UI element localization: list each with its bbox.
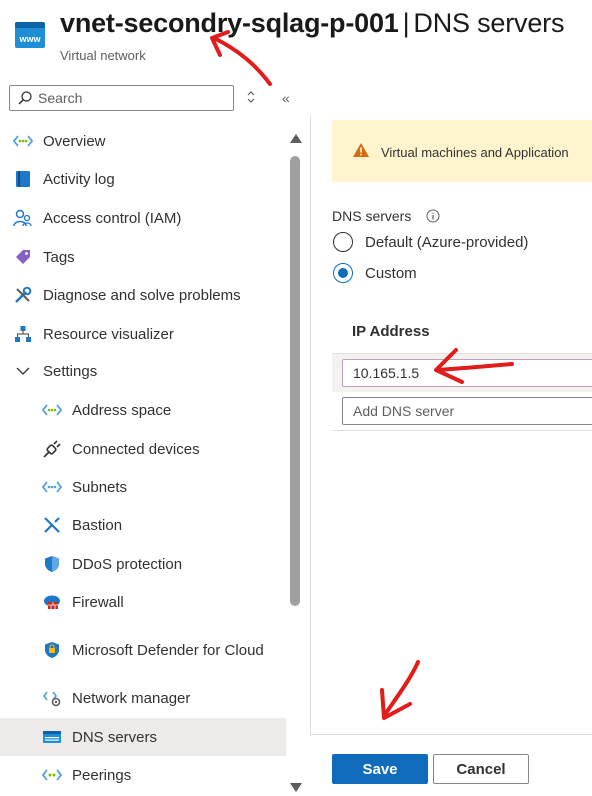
sidebar-item-label: Connected devices [72,440,200,458]
vnet-icon [13,131,33,151]
page-header: www vnet-secondry-sqlag-p-001 | DNS server… [0,0,592,78]
dns-server-ip-input[interactable] [342,359,592,387]
sidebar-item-bastion[interactable]: Bastion [0,506,286,544]
sidebar-item-label: Firewall [72,593,124,611]
virtual-network-logo-icon: www [15,22,45,48]
sidebar-item-subnets[interactable]: Subnets [0,468,286,506]
sidebar-item-label: Activity log [43,170,115,188]
sidebar-item-resource-visualizer[interactable]: Resource visualizer [0,315,286,353]
bastion-icon [42,515,62,535]
ip-address-header-label: IP Address [352,323,430,340]
resource-type: Virtual network [60,48,146,63]
activity-log-icon [13,169,33,189]
sidebar-item-defender[interactable]: Microsoft Defender for Cloud [0,621,286,679]
sidebar-item-network-manager[interactable]: Network manager [0,679,286,717]
dns-icon [42,727,62,747]
search-icon [18,91,32,105]
dns-servers-label: DNS servers [332,208,412,224]
shield-icon [42,554,62,574]
diagnose-icon [13,285,33,305]
ip-address-column-header: IP Address [332,312,592,354]
cancel-button[interactable]: Cancel [433,754,529,784]
warning-icon [353,143,369,157]
sidebar-item-label: Address space [72,401,172,419]
scroll-up-arrow-icon[interactable] [289,132,303,144]
sidebar-scrollbar-thumb[interactable] [290,156,300,606]
search-input[interactable] [38,88,228,108]
sidebar-item-diagnose[interactable]: Diagnose and solve problems [0,276,286,314]
save-button[interactable]: Save [332,754,428,784]
radio-custom-label: Custom [365,265,417,282]
sidebar-item-label: Network manager [72,689,191,707]
resource-name: vnet-secondry-sqlag-p-001 [60,8,399,38]
warning-text: Virtual machines and Application [381,145,569,160]
sidebar-item-label: Microsoft Defender for Cloud [72,641,264,659]
content-divider [310,116,311,736]
add-dns-server-input[interactable] [342,397,592,425]
tag-icon [13,247,33,267]
search-box[interactable] [9,85,234,111]
sidebar-item-label: Peerings [72,766,132,784]
sidebar-item-label: Overview [43,132,106,150]
sidebar-item-dns-servers[interactable]: DNS servers [0,718,286,756]
sidebar-item-label: Bastion [72,516,123,534]
blade-name: DNS servers [413,8,565,38]
radio-default-label: Default (Azure-provided) [365,234,529,251]
sidebar-item-tags[interactable]: Tags [0,238,286,276]
vnet-icon [42,400,62,420]
sidebar-item-peerings[interactable]: Peerings [0,756,286,794]
sidebar-item-label: Settings [43,362,98,380]
sidebar-item-iam[interactable]: Access control (IAM) [0,199,286,237]
title-separator: | [402,8,410,38]
sidebar-item-label: Tags [43,248,75,266]
collapse-sidebar-icon[interactable]: « [282,90,290,106]
sidebar-item-label: Resource visualizer [43,325,174,343]
sidebar-item-address-space[interactable]: Address space [0,391,286,429]
page-title: vnet-secondry-sqlag-p-001 | DNS servers [60,8,564,39]
plug-icon [42,439,62,459]
radio-default-azure[interactable] [333,232,353,252]
vnet-icon [42,477,62,497]
sidebar-group-settings[interactable]: Settings [0,352,286,390]
sidebar-item-activity-log[interactable]: Activity log [0,160,286,198]
visualizer-icon [13,324,33,344]
network-manager-icon [42,688,62,708]
radio-custom[interactable] [333,263,353,283]
sidebar-item-ddos-protection[interactable]: DDoS protection [0,545,286,583]
footer-divider [310,734,592,735]
scroll-down-arrow-icon[interactable] [289,782,303,794]
info-icon[interactable] [426,209,440,223]
resource-menu: Overview Activity log Access control (IA… [0,122,286,796]
sidebar-item-firewall[interactable]: Firewall [0,583,286,621]
defender-icon [42,640,62,660]
sort-icon[interactable] [246,90,256,104]
warning-banner: Virtual machines and Application [332,120,592,182]
sidebar-item-label: DNS servers [72,728,158,746]
logo-text: www [18,34,41,44]
chevron-down-icon [13,361,33,381]
sidebar-item-label: Access control (IAM) [43,209,182,227]
sidebar-item-label: Diagnose and solve problems [43,286,241,304]
sidebar-item-label: DDoS protection [72,555,183,573]
table-divider [332,430,592,431]
peerings-icon [42,765,62,785]
sidebar-item-label: Subnets [72,478,128,496]
iam-icon [13,208,33,228]
sidebar-item-overview[interactable]: Overview [0,122,286,160]
firewall-icon [42,592,62,612]
sidebar-item-connected-devices[interactable]: Connected devices [0,430,286,468]
annotation-arrow-save [380,660,420,720]
